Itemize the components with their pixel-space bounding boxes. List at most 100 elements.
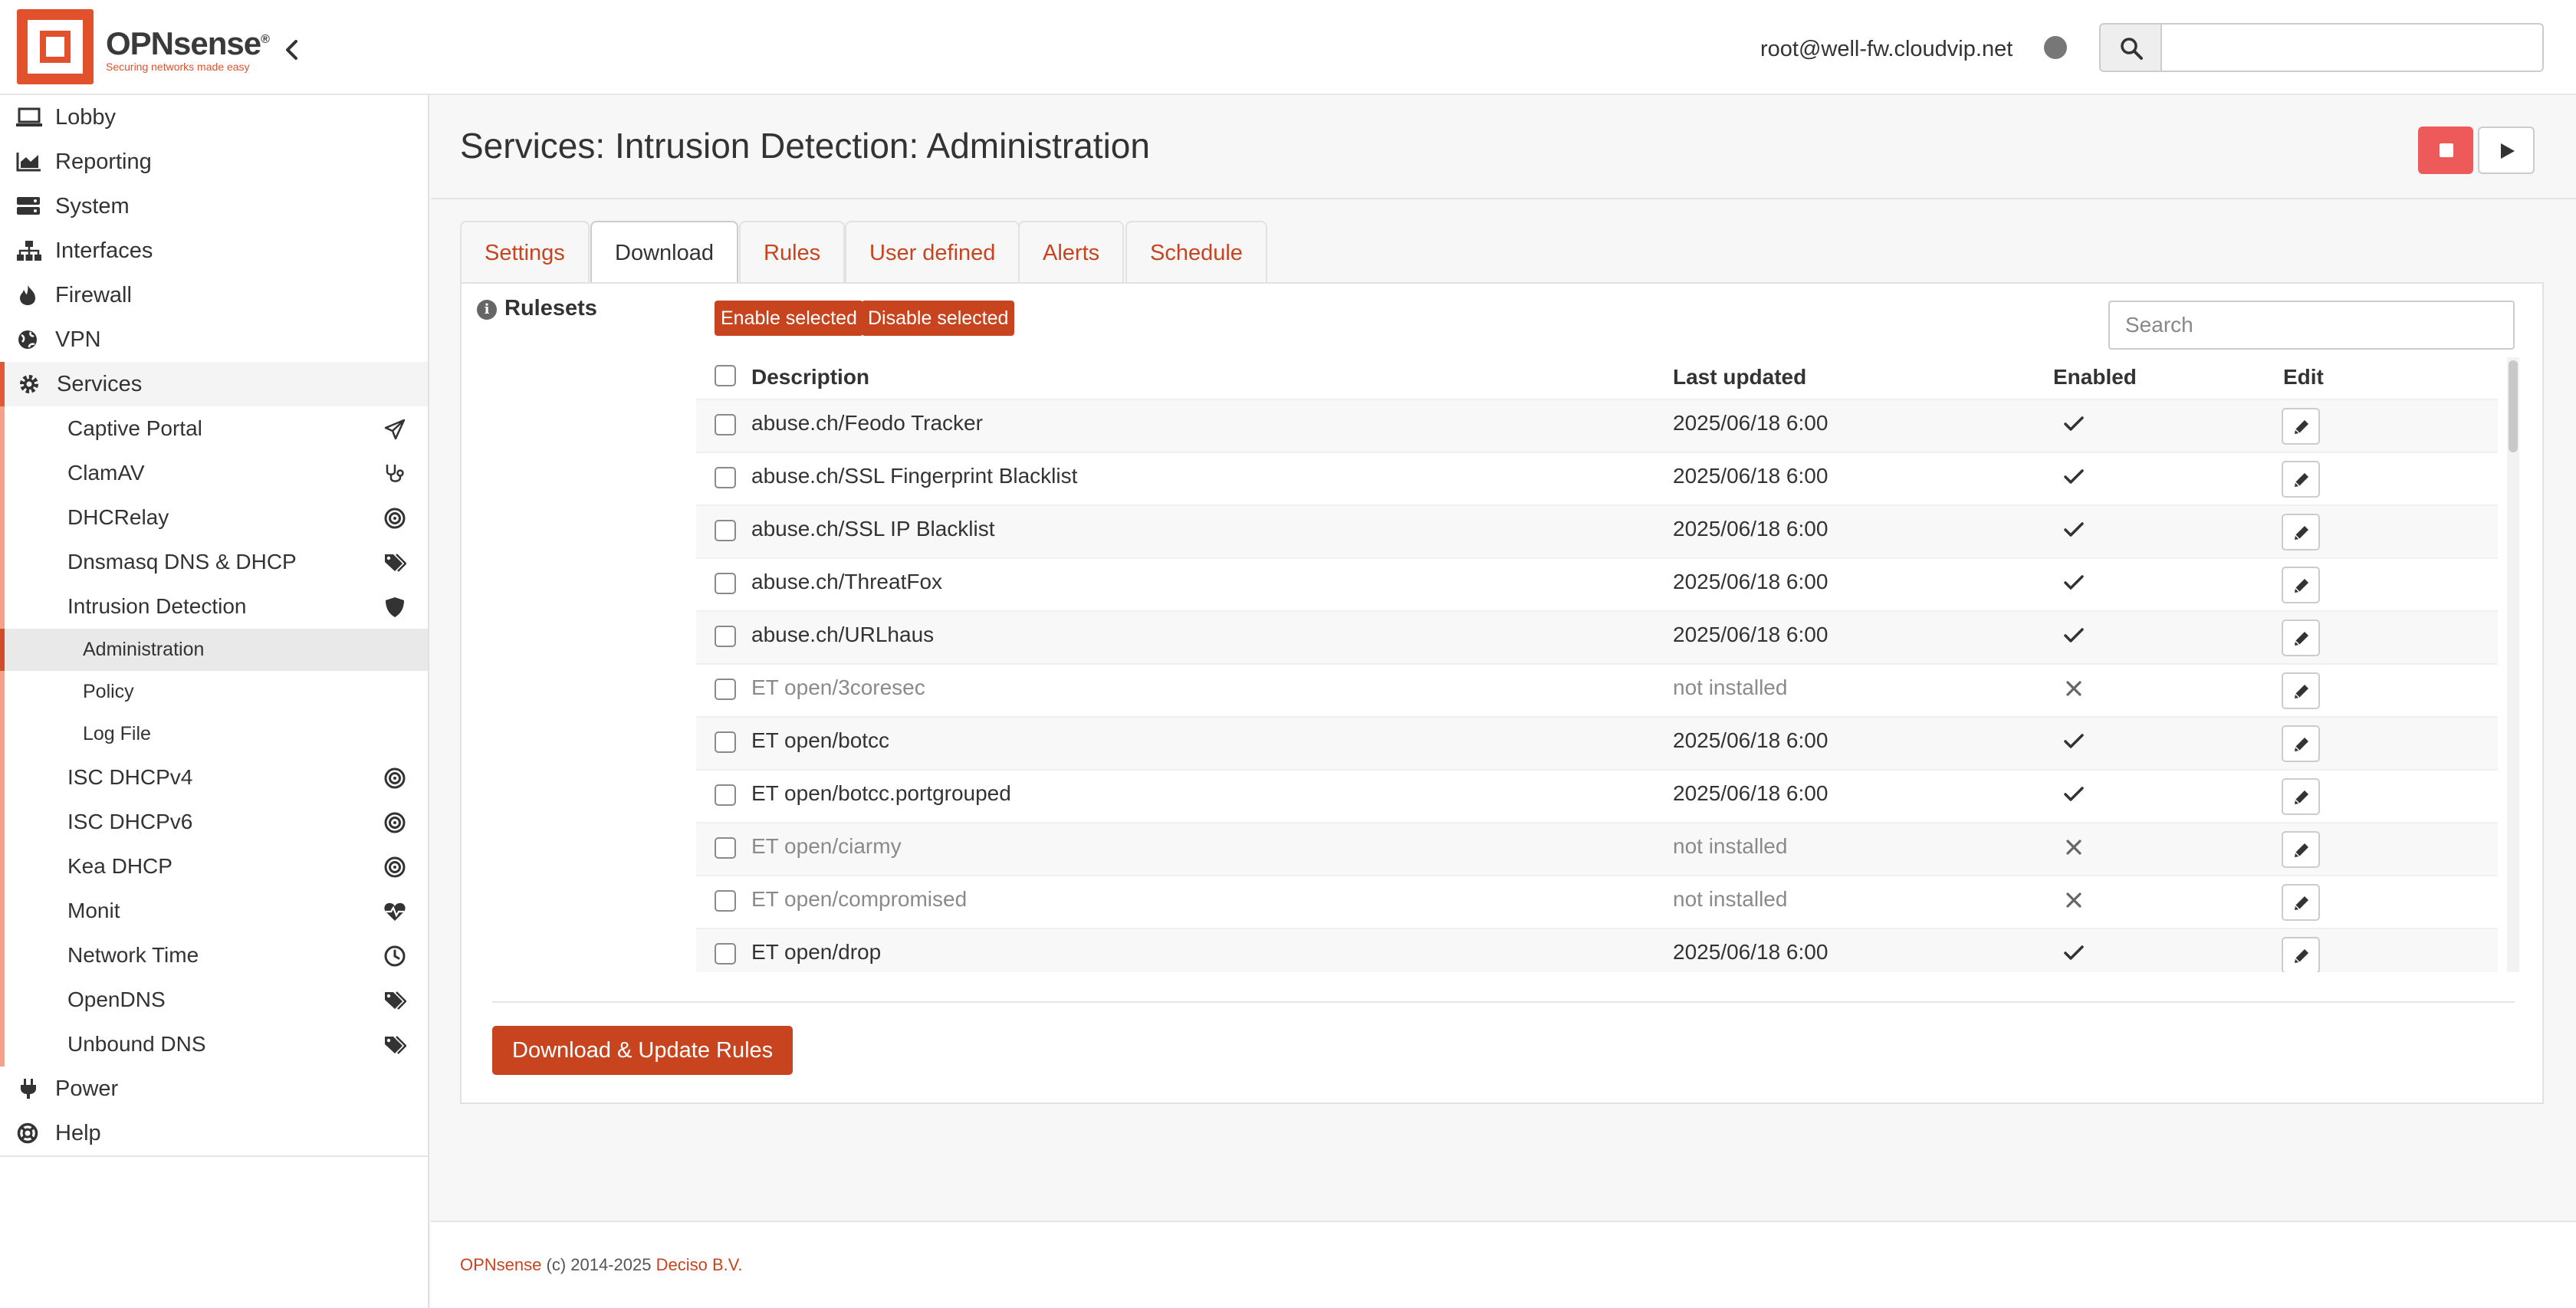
sidebar-item-dhcrelay[interactable]: DHCRelay (5, 495, 428, 540)
edit-ruleset-button[interactable] (2282, 567, 2320, 603)
sidebar-item-log-file[interactable]: Log File (5, 713, 428, 755)
row-checkbox[interactable] (715, 943, 736, 965)
sidebar-item-interfaces[interactable]: Interfaces (0, 228, 428, 273)
user-account-link[interactable]: root@well-fw.cloudvip.net (1760, 35, 2013, 63)
brand-name-text: OPNsense (106, 25, 261, 61)
checkmark-icon (2064, 734, 2084, 748)
tab-schedule[interactable]: Schedule (1125, 221, 1267, 284)
sidebar-item-kea-dhcp[interactable]: Kea DHCP (5, 844, 428, 889)
sidebar-item-vpn[interactable]: VPN (0, 317, 428, 362)
sidebar-item-help[interactable]: Help (0, 1111, 428, 1155)
start-service-button[interactable] (2478, 127, 2535, 174)
table-row[interactable]: abuse.ch/Feodo Tracker 2025/06/18 6:00 (696, 399, 2498, 452)
row-checkbox[interactable] (715, 414, 736, 435)
edit-ruleset-button[interactable] (2282, 884, 2320, 921)
table-row[interactable]: ET open/drop 2025/06/18 6:00 (696, 928, 2498, 972)
trademark-mark: ® (261, 33, 270, 46)
sidebar-item-reporting[interactable]: Reporting (0, 140, 428, 184)
search-button[interactable] (2099, 23, 2162, 72)
edit-ruleset-button[interactable] (2282, 514, 2320, 550)
table-scrollbar-thumb[interactable] (2509, 360, 2518, 452)
sidebar-item-isc-dhcpv4[interactable]: ISC DHCPv4 (5, 755, 428, 800)
download-update-rules-button[interactable]: Download & Update Rules (492, 1026, 794, 1075)
sidebar-item-captive-portal[interactable]: Captive Portal (5, 406, 428, 451)
life-ring-icon (17, 1122, 38, 1144)
header-search-input[interactable] (2160, 23, 2544, 72)
row-checkbox[interactable] (715, 837, 736, 859)
sidebar-item-system[interactable]: System (0, 184, 428, 228)
table-row[interactable]: abuse.ch/URLhaus 2025/06/18 6:00 (696, 610, 2498, 663)
row-checkbox[interactable] (715, 784, 736, 806)
sidebar-item-services[interactable]: Services (0, 362, 428, 406)
pencil-icon (2295, 579, 2308, 593)
row-checkbox[interactable] (715, 467, 736, 488)
sidebar-item-opendns[interactable]: OpenDNS (5, 978, 428, 1022)
copyright-text: (c) 2014-2025 (541, 1255, 656, 1274)
row-checkbox[interactable] (715, 626, 736, 647)
sidebar-item-label: ISC DHCPv6 (67, 810, 193, 833)
sidebar-item-label: Unbound DNS (67, 1032, 206, 1056)
ruleset-last-updated: 2025/06/18 6:00 (1673, 728, 1829, 752)
column-header-enabled[interactable]: Enabled (2053, 365, 2137, 389)
rulesets-search-input[interactable] (2108, 301, 2515, 350)
row-checkbox[interactable] (715, 679, 736, 700)
row-checkbox[interactable] (715, 520, 736, 541)
edit-ruleset-button[interactable] (2282, 725, 2320, 762)
column-header-description[interactable]: Description (751, 365, 869, 389)
edit-ruleset-button[interactable] (2282, 461, 2320, 498)
sidebar-item-administration[interactable]: Administration (0, 629, 428, 671)
sidebar-item-monit[interactable]: Monit (5, 889, 428, 933)
table-header: Description Last updated Enabled Edit (696, 356, 2498, 399)
table-row[interactable]: abuse.ch/SSL Fingerprint Blacklist 2025/0… (696, 452, 2498, 504)
panel-divider (492, 1001, 2515, 1003)
sidebar-item-power[interactable]: Power (0, 1066, 428, 1111)
edit-ruleset-button[interactable] (2282, 937, 2320, 972)
tab-rules[interactable]: Rules (739, 221, 846, 284)
deciso-link[interactable]: Deciso B.V. (656, 1255, 743, 1274)
tab-alerts[interactable]: Alerts (1018, 221, 1125, 284)
table-row[interactable]: abuse.ch/SSL IP Blacklist 2025/06/18 6:00 (696, 504, 2498, 557)
edit-ruleset-button[interactable] (2282, 831, 2320, 868)
disable-selected-button[interactable]: Disable selected (862, 301, 1015, 336)
sidebar-item-network-time[interactable]: Network Time (5, 933, 428, 978)
edit-ruleset-button[interactable] (2282, 778, 2320, 815)
status-dot[interactable] (2044, 36, 2067, 59)
ruleset-last-updated: not installed (1673, 834, 1788, 858)
stethoscope-icon (386, 465, 404, 482)
column-header-last-updated[interactable]: Last updated (1673, 365, 1806, 389)
bullseye-icon (384, 767, 406, 789)
table-row[interactable]: abuse.ch/ThreatFox 2025/06/18 6:00 (696, 557, 2498, 610)
edit-ruleset-button[interactable] (2282, 408, 2320, 445)
table-row[interactable]: ET open/ciarmy not installed (696, 822, 2498, 875)
sidebar-item-lobby[interactable]: Lobby (0, 95, 428, 140)
table-row[interactable]: ET open/botcc.portgrouped 2025/06/18 6:00 (696, 769, 2498, 822)
sidebar-item-firewall[interactable]: Firewall (0, 273, 428, 317)
tab-user-defined[interactable]: User defined (845, 221, 1020, 284)
table-row[interactable]: ET open/3coresec not installed (696, 663, 2498, 716)
tab-settings[interactable]: Settings (460, 221, 590, 284)
sidebar-item-label: VPN (55, 327, 101, 352)
enable-selected-button[interactable]: Enable selected (715, 301, 863, 336)
tab-download[interactable]: Download (590, 221, 738, 285)
table-row[interactable]: ET open/compromised not installed (696, 875, 2498, 928)
chevron-left-icon[interactable] (281, 37, 304, 63)
edit-ruleset-button[interactable] (2282, 619, 2320, 656)
row-checkbox[interactable] (715, 731, 736, 753)
sidebar-item-intrusion-detection[interactable]: Intrusion Detection (5, 584, 428, 629)
info-icon[interactable]: i (477, 300, 497, 320)
row-checkbox[interactable] (715, 890, 736, 912)
sidebar-item-isc-dhcpv6[interactable]: ISC DHCPv6 (5, 800, 428, 844)
ruleset-description: ET open/compromised (751, 887, 968, 911)
opnsense-link[interactable]: OPNsense (460, 1255, 541, 1274)
opnsense-logo-icon[interactable] (17, 9, 94, 84)
sidebar-item-dnsmasq[interactable]: Dnsmasq DNS & DHCP (5, 540, 428, 584)
sidebar-item-unbound-dns[interactable]: Unbound DNS (5, 1022, 428, 1066)
sidebar-item-clamav[interactable]: ClamAV (5, 451, 428, 495)
table-row[interactable]: ET open/botcc 2025/06/18 6:00 (696, 716, 2498, 769)
edit-ruleset-button[interactable] (2282, 672, 2320, 709)
select-all-checkbox[interactable] (715, 365, 736, 386)
sidebar-item-policy[interactable]: Policy (5, 671, 428, 713)
row-checkbox[interactable] (715, 573, 736, 594)
stop-service-button[interactable] (2418, 127, 2473, 174)
sidebar-item-label: ClamAV (67, 461, 145, 485)
